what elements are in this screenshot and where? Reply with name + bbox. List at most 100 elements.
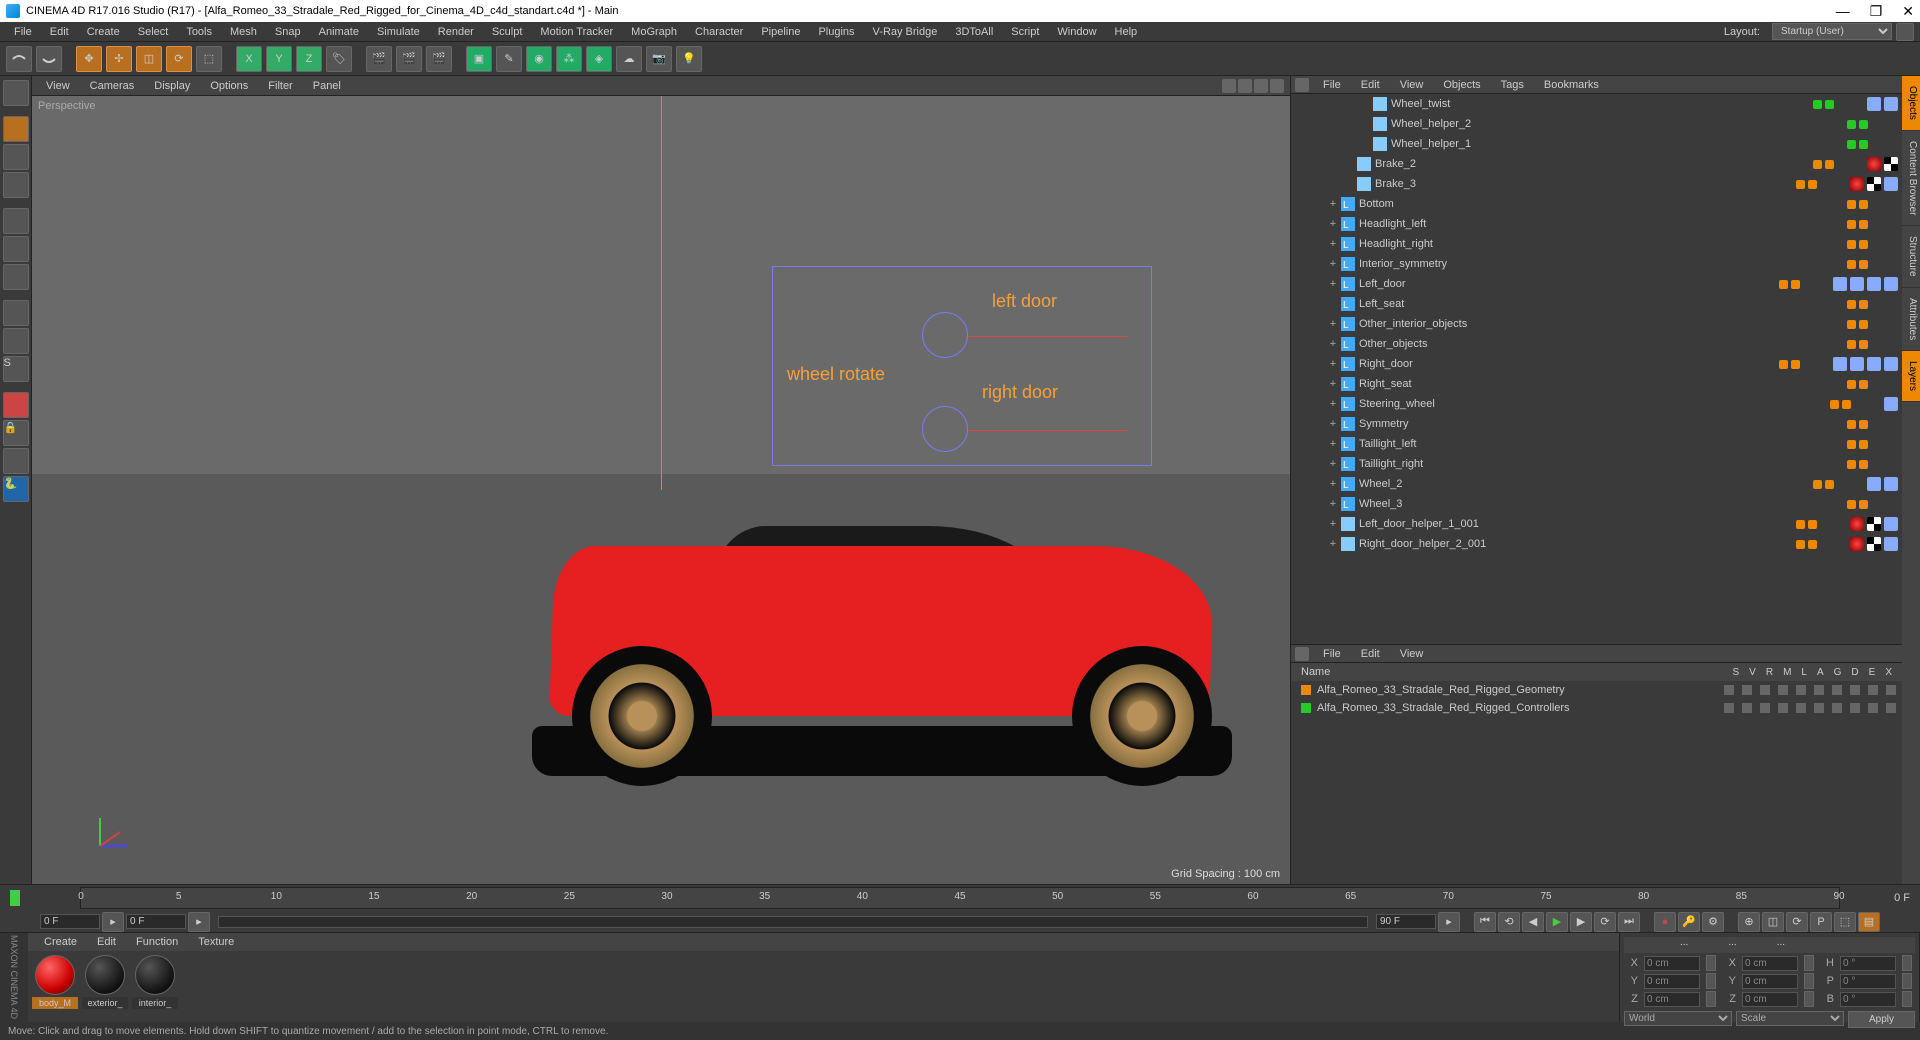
key-options[interactable]: ⚙: [1702, 912, 1724, 932]
layer-flag[interactable]: [1886, 703, 1896, 713]
tag-chk[interactable]: [1884, 157, 1898, 171]
key-scale[interactable]: ◫: [1762, 912, 1784, 932]
coord-input[interactable]: [1840, 992, 1896, 1007]
visibility-dot[interactable]: [1847, 460, 1856, 469]
visibility-dot[interactable]: [1847, 340, 1856, 349]
sidetab-attributes[interactable]: Attributes: [1902, 288, 1920, 351]
visibility-dot[interactable]: [1791, 280, 1800, 289]
object-row[interactable]: +LWheel_3: [1291, 494, 1902, 514]
next-frame[interactable]: ▶: [1570, 912, 1592, 932]
recent-tool[interactable]: ⬚: [196, 46, 222, 72]
tag-xp4[interactable]: [1884, 277, 1898, 291]
object-row[interactable]: +LWheel_2: [1291, 474, 1902, 494]
visibility-dot[interactable]: [1859, 120, 1868, 129]
edges-mode[interactable]: [3, 236, 29, 262]
menu-select[interactable]: Select: [130, 24, 177, 40]
visibility-dot[interactable]: [1847, 120, 1856, 129]
matmenu-edit[interactable]: Edit: [89, 935, 124, 949]
layout-picker[interactable]: Layout: Startup (User): [1716, 23, 1914, 41]
layer-flag[interactable]: [1778, 685, 1788, 695]
visibility-dot[interactable]: [1796, 520, 1805, 529]
object-row[interactable]: Brake_2: [1291, 154, 1902, 174]
menu-mograph[interactable]: MoGraph: [623, 24, 685, 40]
light-button[interactable]: 💡: [676, 46, 702, 72]
tag-chk[interactable]: [1867, 517, 1881, 531]
tag-xp2[interactable]: [1850, 357, 1864, 371]
layer-flag[interactable]: [1796, 703, 1806, 713]
tag-xp2[interactable]: [1850, 277, 1864, 291]
tag-xp1[interactable]: [1833, 357, 1847, 371]
vp-nav-icon[interactable]: [1254, 79, 1268, 93]
visibility-dot[interactable]: [1808, 520, 1817, 529]
objmenu-tags[interactable]: Tags: [1493, 78, 1532, 92]
tag-xp1[interactable]: [1833, 277, 1847, 291]
matmenu-function[interactable]: Function: [128, 935, 186, 949]
tag-xp2[interactable]: [1884, 97, 1898, 111]
objmenu-bookmarks[interactable]: Bookmarks: [1536, 78, 1607, 92]
render-region[interactable]: 🎬: [396, 46, 422, 72]
layer-swatch[interactable]: [1301, 685, 1311, 695]
menu-plugins[interactable]: Plugins: [810, 24, 862, 40]
visibility-dot[interactable]: [1813, 480, 1822, 489]
visibility-dot[interactable]: [1808, 180, 1817, 189]
layer-flag[interactable]: [1742, 685, 1752, 695]
menu-create[interactable]: Create: [79, 24, 128, 40]
laymenu-view[interactable]: View: [1392, 647, 1432, 661]
key-pos[interactable]: ⊕: [1738, 912, 1760, 932]
visibility-dot[interactable]: [1847, 260, 1856, 269]
visibility-dot[interactable]: [1847, 200, 1856, 209]
visibility-dot[interactable]: [1796, 180, 1805, 189]
layer-flag[interactable]: [1886, 685, 1896, 695]
coord-scale[interactable]: Scale: [1736, 1011, 1844, 1026]
stepper[interactable]: [1706, 991, 1716, 1007]
tag-xp1[interactable]: [1884, 397, 1898, 411]
object-row[interactable]: +LInterior_symmetry: [1291, 254, 1902, 274]
deformer-button[interactable]: ◈: [586, 46, 612, 72]
layer-flag[interactable]: [1868, 703, 1878, 713]
vpmenu-filter[interactable]: Filter: [260, 78, 300, 94]
scale-tool[interactable]: ◫: [136, 46, 162, 72]
visibility-dot[interactable]: [1847, 420, 1856, 429]
array-button[interactable]: ⁂: [556, 46, 582, 72]
layer-flag[interactable]: [1850, 703, 1860, 713]
tl-go-start[interactable]: [126, 914, 186, 929]
key-param[interactable]: P: [1810, 912, 1832, 932]
menu-pipeline[interactable]: Pipeline: [753, 24, 808, 40]
playhead[interactable]: [10, 890, 20, 906]
timeline-ruler[interactable]: 051015202530354045505560657075808590: [80, 887, 1840, 909]
object-row[interactable]: +LBottom: [1291, 194, 1902, 214]
visibility-dot[interactable]: [1825, 160, 1834, 169]
layer-row[interactable]: Alfa_Romeo_33_Stradale_Red_Rigged_Contro…: [1291, 699, 1902, 717]
object-row[interactable]: +LOther_interior_objects: [1291, 314, 1902, 334]
tl-start[interactable]: [40, 914, 100, 929]
visibility-dot[interactable]: [1859, 500, 1868, 509]
layer-flag[interactable]: [1814, 685, 1824, 695]
rig-circle-left-door[interactable]: [922, 312, 968, 358]
objmenu-view[interactable]: View: [1392, 78, 1432, 92]
model-mode[interactable]: [3, 116, 29, 142]
visibility-dot[interactable]: [1825, 480, 1834, 489]
visibility-dot[interactable]: [1859, 440, 1868, 449]
menu-edit[interactable]: Edit: [42, 24, 77, 40]
viewport-canvas[interactable]: Perspective left door wheel rotate right…: [32, 96, 1290, 884]
environment-button[interactable]: ☁: [616, 46, 642, 72]
object-tree[interactable]: Wheel_twistWheel_helper_2Wheel_helper_1B…: [1291, 94, 1902, 644]
visibility-dot[interactable]: [1791, 360, 1800, 369]
visibility-dot[interactable]: [1847, 320, 1856, 329]
tag-xp4[interactable]: [1884, 357, 1898, 371]
visibility-dot[interactable]: [1830, 400, 1839, 409]
visibility-dot[interactable]: [1808, 540, 1817, 549]
coord-input[interactable]: [1644, 992, 1700, 1007]
visibility-dot[interactable]: [1847, 380, 1856, 389]
vpmenu-panel[interactable]: Panel: [305, 78, 349, 94]
play-button[interactable]: ▶: [1546, 912, 1568, 932]
rig-circle-right-door[interactable]: [922, 406, 968, 452]
render-view[interactable]: 🎬: [366, 46, 392, 72]
objmenu-file[interactable]: File: [1315, 78, 1349, 92]
tag-chk[interactable]: [1867, 537, 1881, 551]
layer-flag[interactable]: [1868, 685, 1878, 695]
coord-input[interactable]: [1644, 974, 1700, 989]
apply-button[interactable]: Apply: [1848, 1011, 1915, 1028]
stepper[interactable]: [1706, 955, 1716, 971]
tag-xp1[interactable]: [1867, 477, 1881, 491]
